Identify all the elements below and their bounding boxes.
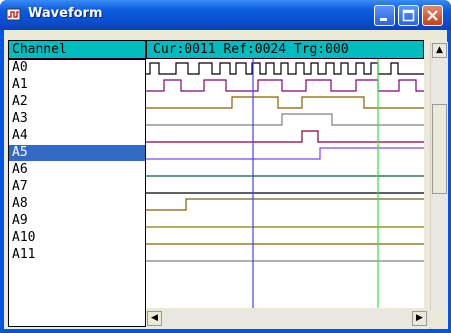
channel-item-a7[interactable]: A7 xyxy=(9,179,145,195)
trace-a2 xyxy=(146,96,424,109)
channel-item-a9[interactable]: A9 xyxy=(9,213,145,229)
title-bar[interactable]: Waveform xyxy=(0,0,451,30)
arrow-up-icon: ▲ xyxy=(436,45,443,55)
scroll-left-button[interactable]: ◀ xyxy=(147,311,162,326)
minimize-icon xyxy=(380,18,387,21)
channel-item-a11[interactable]: A11 xyxy=(9,247,145,263)
trace-a1 xyxy=(146,79,424,92)
trace-a3 xyxy=(146,113,424,126)
vertical-scrollbar[interactable]: ▲ ▼ xyxy=(430,42,448,329)
channel-item-a1[interactable]: A1 xyxy=(9,77,145,93)
horizontal-scrollbar[interactable]: ◀ ▶ xyxy=(146,310,430,327)
scroll-right-button[interactable]: ▶ xyxy=(412,311,427,326)
window-title: Waveform xyxy=(28,6,103,21)
channel-item-a3[interactable]: A3 xyxy=(9,111,145,127)
maximize-button[interactable] xyxy=(398,5,419,26)
channel-item-a4[interactable]: A4 xyxy=(9,128,145,144)
scroll-corner xyxy=(430,310,447,327)
channel-item-a5[interactable]: A5 xyxy=(9,145,145,161)
channel-item-a0[interactable]: A0 xyxy=(9,60,145,76)
waveform-display[interactable] xyxy=(146,59,424,308)
channel-item-a6[interactable]: A6 xyxy=(9,162,145,178)
vertical-scroll-thumb[interactable] xyxy=(432,104,447,194)
scroll-up-button[interactable]: ▲ xyxy=(432,43,447,58)
waveform-window: Waveform Channel Cur:0011 Ref:0024 Trg:0… xyxy=(0,0,451,333)
trace-a0 xyxy=(146,62,424,75)
arrow-right-icon: ▶ xyxy=(416,313,423,323)
waveform-app-icon xyxy=(6,8,21,21)
channel-column-header: Channel xyxy=(8,40,146,59)
maximize-icon xyxy=(402,9,415,22)
channel-item-a2[interactable]: A2 xyxy=(9,94,145,110)
close-button[interactable] xyxy=(422,5,443,26)
channel-item-a8[interactable]: A8 xyxy=(9,196,145,212)
trace-a8 xyxy=(146,198,424,211)
minimize-button[interactable] xyxy=(374,5,395,26)
trace-a4 xyxy=(146,130,424,143)
trace-a5 xyxy=(146,147,424,160)
channel-item-a10[interactable]: A10 xyxy=(9,230,145,246)
arrow-left-icon: ◀ xyxy=(151,313,158,323)
channel-list: A0 A1 A2 A3 A4 A5 A6 A7 A8 A9 A10 A11 xyxy=(8,59,146,327)
close-icon xyxy=(427,10,438,21)
cursor-status-header: Cur:0011 Ref:0024 Trg:000 xyxy=(146,40,424,59)
